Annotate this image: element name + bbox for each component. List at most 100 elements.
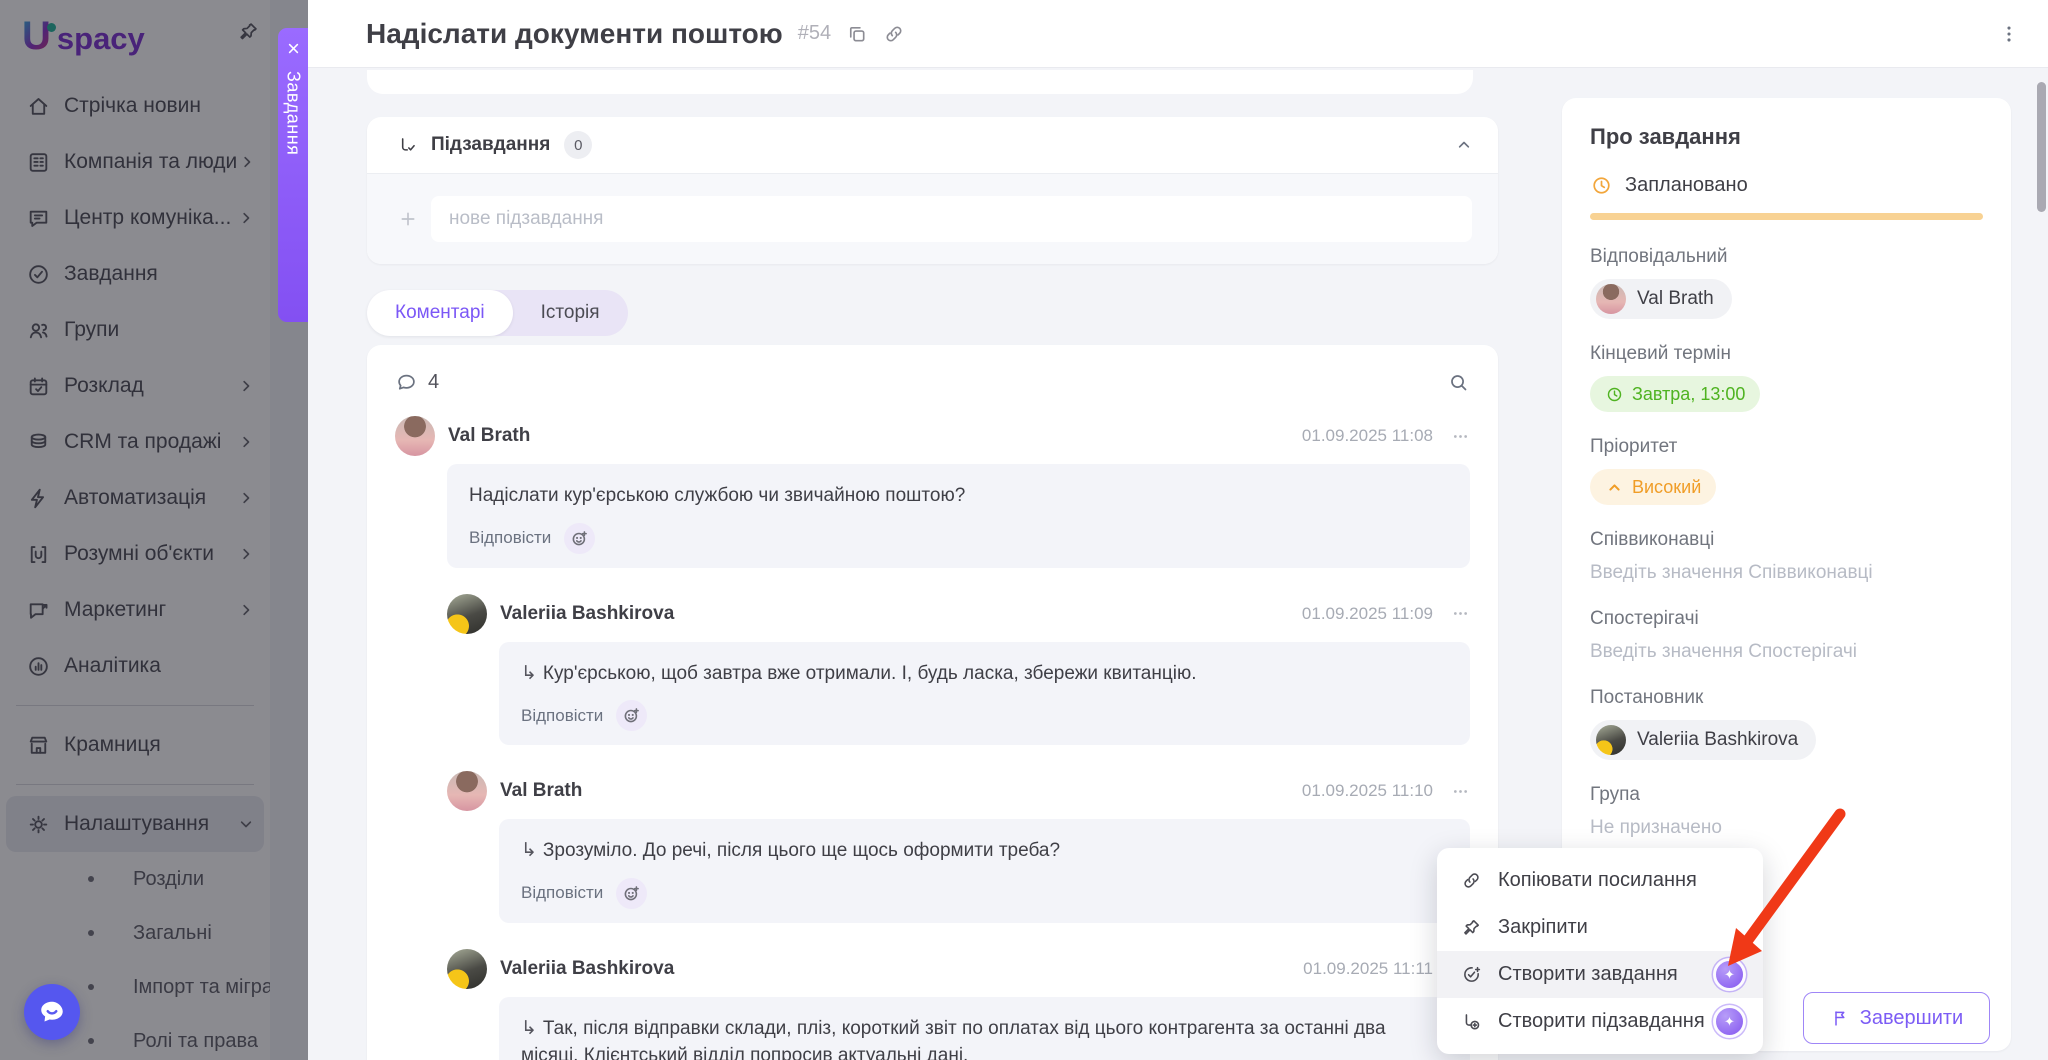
sparkle-icon: ✦	[1724, 1014, 1735, 1030]
comments-card: 4 Val Brath 01.09.2025 11:08	[367, 345, 1498, 1060]
chat-fab-button[interactable]	[24, 984, 80, 1040]
subtasks-body	[367, 173, 1498, 264]
avatar	[447, 594, 487, 634]
comment-item: Val Brath 01.09.2025 11:10 ↳Зрозуміло. Д…	[447, 771, 1470, 923]
comment-header: Val Brath 01.09.2025 11:08	[395, 416, 1470, 456]
reply-arrow-icon: ↳	[521, 660, 537, 688]
comment-actions: Відповісти	[469, 523, 1448, 554]
more-menu-icon[interactable]	[1998, 23, 2020, 45]
close-icon[interactable]	[285, 40, 302, 57]
comment-timestamp: 01.09.2025 11:09	[1302, 604, 1433, 624]
field-label: Пріоритет	[1590, 436, 1983, 458]
field-placeholder[interactable]: Не призначено	[1590, 817, 1983, 839]
field-label: Кінцевий термін	[1590, 343, 1983, 365]
person-chip[interactable]: Val Brath	[1590, 279, 1732, 319]
search-icon[interactable]	[1447, 371, 1470, 394]
comment-menu-icon[interactable]	[1451, 604, 1470, 623]
field-label: Співвиконавці	[1590, 529, 1983, 551]
drawer-tab-label: Завдання	[283, 71, 304, 155]
task-id: #54	[798, 22, 831, 45]
ai-badge[interactable]: ✦	[1716, 1008, 1743, 1035]
comment-timestamp: 01.09.2025 11:11	[1303, 959, 1433, 979]
link-icon[interactable]	[883, 23, 905, 45]
comment-author: Val Brath	[500, 780, 582, 802]
comments-count-row: 4	[395, 371, 1470, 394]
add-reaction-icon[interactable]	[616, 878, 647, 909]
comment-item: Val Brath 01.09.2025 11:08 Надіслати кур…	[395, 416, 1470, 568]
clock-icon	[1605, 385, 1624, 404]
priority-pill[interactable]: Високий	[1590, 469, 1716, 505]
add-reaction-icon[interactable]	[616, 700, 647, 731]
field-placeholder[interactable]: Введіть значення Спостерігачі	[1590, 641, 1983, 663]
comments-history-tabs: Коментарі Історія	[367, 290, 628, 336]
pin-icon	[1461, 917, 1482, 938]
field-label: Відповідальний	[1590, 246, 1983, 268]
comment-header: Valeriia Bashkirova 01.09.2025 11:11	[447, 949, 1470, 989]
comment-author: Valeriia Bashkirova	[500, 603, 674, 625]
field-label: Постановник	[1590, 687, 1983, 709]
context-menu: Копіювати посилання Закріпити Створити з…	[1437, 848, 1763, 1054]
new-subtask-input[interactable]	[431, 196, 1472, 242]
context-menu-item[interactable]: Закріпити	[1437, 904, 1763, 951]
task-title: Надіслати документи поштою	[366, 18, 783, 50]
comment-menu-icon[interactable]	[1451, 427, 1470, 446]
person-chip[interactable]: Valeriia Bashkirova	[1590, 720, 1816, 760]
task-field: Спостерігачі Введіть значення Спостеріга…	[1590, 608, 1983, 663]
dim-overlay[interactable]	[0, 0, 308, 1060]
comment-bubble: ↳Зрозуміло. До речі, після цього ще щось…	[499, 819, 1470, 923]
task-field: Співвиконавці Введіть значення Співвикон…	[1590, 529, 1983, 584]
copy-icon[interactable]	[846, 23, 868, 45]
flag-icon	[1830, 1008, 1850, 1028]
avatar	[1596, 725, 1626, 755]
comment-text: ↳Кур'єрською, щоб завтра вже отримали. І…	[521, 660, 1448, 688]
comment-item: Valeriia Bashkirova 01.09.2025 11:11 ↳Та…	[447, 949, 1470, 1060]
scrollbar[interactable]	[2037, 70, 2046, 1058]
subtask-plus-icon	[1461, 1011, 1482, 1032]
reply-button[interactable]: Відповісти	[521, 883, 603, 903]
comment-author: Valeriia Bashkirova	[500, 958, 674, 980]
app-root: U spacy Стрічка новин Компанія та люди	[0, 0, 2048, 1060]
deadline-value: Завтра, 13:00	[1632, 384, 1745, 405]
tab-history[interactable]: Історія	[513, 290, 628, 336]
deadline-pill[interactable]: Завтра, 13:00	[1590, 376, 1760, 412]
task-field: Відповідальний Val Brath	[1590, 246, 1983, 319]
reply-button[interactable]: Відповісти	[469, 528, 551, 548]
comment-timestamp: 01.09.2025 11:10	[1302, 781, 1433, 801]
context-menu-item[interactable]: Копіювати посилання	[1437, 857, 1763, 904]
ai-badge[interactable]: ✦	[1716, 961, 1743, 988]
task-field: Пріоритет Високий	[1590, 436, 1983, 505]
chat-bubble-icon	[37, 997, 67, 1027]
comment-text: ↳Зрозуміло. До речі, після цього ще щось…	[521, 837, 1448, 865]
avatar	[395, 416, 435, 456]
add-reaction-icon[interactable]	[564, 523, 595, 554]
comment-actions: Відповісти	[521, 700, 1448, 731]
field-label: Спостерігачі	[1590, 608, 1983, 630]
context-menu-item[interactable]: Створити завдання ✦	[1437, 951, 1763, 998]
drawer-tab[interactable]: Завдання	[278, 28, 308, 322]
scrollbar-thumb[interactable]	[2037, 82, 2046, 212]
subtasks-header[interactable]: Підзавдання 0	[367, 117, 1498, 173]
subtasks-icon	[397, 135, 418, 156]
avatar	[447, 949, 487, 989]
field-placeholder[interactable]: Введіть значення Співвиконавці	[1590, 562, 1983, 584]
panel-title: Про завдання	[1590, 124, 1983, 150]
plus-icon[interactable]	[397, 208, 419, 230]
comment-author: Val Brath	[448, 425, 530, 447]
comment-text: Надіслати кур'єрською службою чи звичайн…	[469, 482, 1448, 510]
comment-header: Val Brath 01.09.2025 11:10	[447, 771, 1470, 811]
avatar	[447, 771, 487, 811]
task-field: Група Не призначено	[1590, 784, 1983, 839]
finish-button[interactable]: Завершити	[1803, 992, 1990, 1044]
comment-menu-icon[interactable]	[1451, 782, 1470, 801]
status-row[interactable]: Заплановано	[1590, 174, 1983, 197]
priority-value: Високий	[1632, 477, 1701, 498]
sparkle-icon: ✦	[1724, 967, 1735, 983]
collapse-icon[interactable]	[1454, 135, 1474, 155]
menu-item-label: Створити підзавдання	[1498, 1010, 1705, 1033]
reply-button[interactable]: Відповісти	[521, 706, 603, 726]
context-menu-item[interactable]: Створити підзавдання ✦	[1437, 998, 1763, 1045]
tab-comments[interactable]: Коментарі	[367, 290, 513, 336]
comments-list: Val Brath 01.09.2025 11:08 Надіслати кур…	[395, 416, 1470, 1060]
task-drawer: Надіслати документи поштою #54 Підзавдан…	[308, 0, 2048, 1060]
status-progress-bar	[1590, 213, 1983, 220]
